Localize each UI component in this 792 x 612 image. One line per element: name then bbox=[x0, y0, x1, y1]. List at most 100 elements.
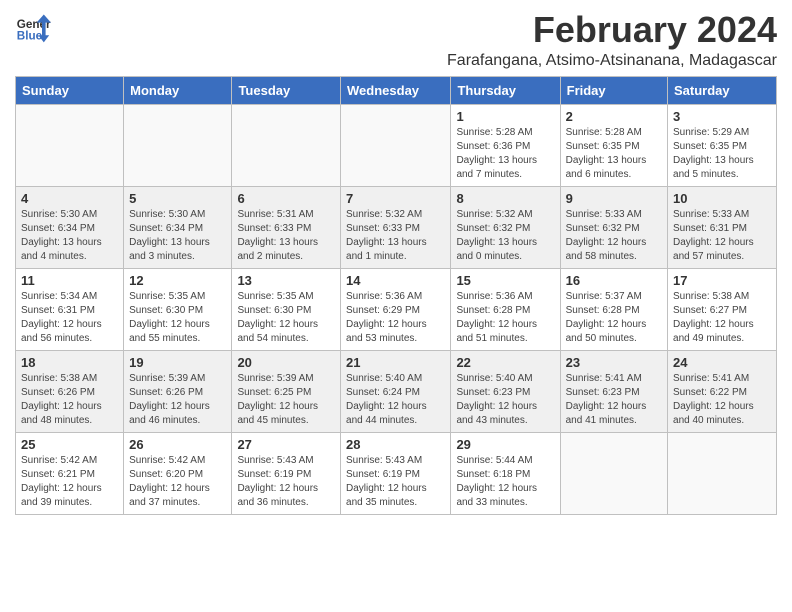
day-number: 7 bbox=[346, 191, 445, 206]
day-info: Sunrise: 5:33 AM Sunset: 6:31 PM Dayligh… bbox=[673, 208, 771, 264]
week-row-3: 11Sunrise: 5:34 AM Sunset: 6:31 PM Dayli… bbox=[16, 268, 777, 350]
day-info: Sunrise: 5:30 AM Sunset: 6:34 PM Dayligh… bbox=[129, 208, 226, 264]
day-number: 20 bbox=[237, 355, 335, 370]
day-number: 19 bbox=[129, 355, 226, 370]
day-info: Sunrise: 5:44 AM Sunset: 6:18 PM Dayligh… bbox=[456, 454, 554, 510]
calendar-cell: 27 Sunrise: 5:43 AM Sunset: 6:19 PM Dayli… bbox=[232, 432, 341, 514]
weekday-header-wednesday: Wednesday bbox=[341, 76, 451, 104]
week-row-1: 1Sunrise: 5:28 AM Sunset: 6:36 PM Daylig… bbox=[16, 104, 777, 186]
day-info: Sunrise: 5:41 AM Sunset: 6:23 PM Dayligh… bbox=[566, 372, 662, 428]
day-number: 29 bbox=[456, 437, 554, 452]
calendar-cell bbox=[560, 432, 667, 514]
calendar-cell: 13 Sunrise: 5:35 AM Sunset: 6:30 PM Dayli… bbox=[232, 268, 341, 350]
calendar-cell: 4 Sunrise: 5:30 AM Sunset: 6:34 PM Daylig… bbox=[16, 186, 124, 268]
calendar-cell: 1Sunrise: 5:28 AM Sunset: 6:36 PM Daylig… bbox=[451, 104, 560, 186]
calendar-cell: 12Sunrise: 5:35 AM Sunset: 6:30 PM Dayli… bbox=[124, 268, 232, 350]
day-info: Sunrise: 5:31 AM Sunset: 6:33 PM Dayligh… bbox=[237, 208, 335, 264]
day-number: 3 bbox=[673, 109, 771, 124]
day-number: 28 bbox=[346, 437, 445, 452]
day-number: 23 bbox=[566, 355, 662, 370]
calendar-cell: 22 Sunrise: 5:40 AM Sunset: 6:23 PM Dayli… bbox=[451, 350, 560, 432]
day-number: 14 bbox=[346, 273, 445, 288]
title-area: February 2024 Farafangana, Atsimo-Atsina… bbox=[447, 10, 777, 70]
day-info: Sunrise: 5:35 AM Sunset: 6:30 PM Dayligh… bbox=[237, 290, 335, 346]
day-info: Sunrise: 5:28 AM Sunset: 6:35 PM Dayligh… bbox=[566, 126, 662, 182]
day-number: 24 bbox=[673, 355, 771, 370]
calendar-cell: 25 Sunrise: 5:42 AM Sunset: 6:21 PM Dayli… bbox=[16, 432, 124, 514]
calendar-cell: 26 Sunrise: 5:42 AM Sunset: 6:20 PM Dayli… bbox=[124, 432, 232, 514]
calendar-cell: 8 Sunrise: 5:32 AM Sunset: 6:32 PM Daylig… bbox=[451, 186, 560, 268]
calendar-cell: 16 Sunrise: 5:37 AM Sunset: 6:28 PM Dayli… bbox=[560, 268, 667, 350]
day-info: Sunrise: 5:40 AM Sunset: 6:23 PM Dayligh… bbox=[456, 372, 554, 428]
week-row-4: 18 Sunrise: 5:38 AM Sunset: 6:26 PM Dayli… bbox=[16, 350, 777, 432]
calendar-cell: 29 Sunrise: 5:44 AM Sunset: 6:18 PM Dayli… bbox=[451, 432, 560, 514]
svg-text:Blue: Blue bbox=[17, 30, 43, 43]
subtitle: Farafangana, Atsimo-Atsinanana, Madagasc… bbox=[447, 52, 777, 70]
day-number: 26 bbox=[129, 437, 226, 452]
calendar-cell bbox=[16, 104, 124, 186]
calendar-cell: 15 Sunrise: 5:36 AM Sunset: 6:28 PM Dayli… bbox=[451, 268, 560, 350]
calendar-cell: 5 Sunrise: 5:30 AM Sunset: 6:34 PM Daylig… bbox=[124, 186, 232, 268]
calendar-cell: 20 Sunrise: 5:39 AM Sunset: 6:25 PM Dayli… bbox=[232, 350, 341, 432]
day-number: 17 bbox=[673, 273, 771, 288]
day-number: 22 bbox=[456, 355, 554, 370]
day-number: 13 bbox=[237, 273, 335, 288]
day-number: 21 bbox=[346, 355, 445, 370]
calendar-cell: 19Sunrise: 5:39 AM Sunset: 6:26 PM Dayli… bbox=[124, 350, 232, 432]
day-info: Sunrise: 5:39 AM Sunset: 6:25 PM Dayligh… bbox=[237, 372, 335, 428]
calendar-cell: 7 Sunrise: 5:32 AM Sunset: 6:33 PM Daylig… bbox=[341, 186, 451, 268]
calendar: SundayMondayTuesdayWednesdayThursdayFrid… bbox=[15, 76, 777, 515]
day-info: Sunrise: 5:43 AM Sunset: 6:19 PM Dayligh… bbox=[237, 454, 335, 510]
day-number: 9 bbox=[566, 191, 662, 206]
day-info: Sunrise: 5:32 AM Sunset: 6:33 PM Dayligh… bbox=[346, 208, 445, 264]
day-info: Sunrise: 5:33 AM Sunset: 6:32 PM Dayligh… bbox=[566, 208, 662, 264]
day-number: 18 bbox=[21, 355, 118, 370]
calendar-cell: 17 Sunrise: 5:38 AM Sunset: 6:27 PM Dayli… bbox=[668, 268, 777, 350]
weekday-header-sunday: Sunday bbox=[16, 76, 124, 104]
header: General Blue February 2024 Farafangana, … bbox=[15, 10, 777, 70]
weekday-header-row: SundayMondayTuesdayWednesdayThursdayFrid… bbox=[16, 76, 777, 104]
day-number: 6 bbox=[237, 191, 335, 206]
logo: General Blue bbox=[15, 10, 51, 46]
day-info: Sunrise: 5:38 AM Sunset: 6:26 PM Dayligh… bbox=[21, 372, 118, 428]
calendar-cell: 6 Sunrise: 5:31 AM Sunset: 6:33 PM Daylig… bbox=[232, 186, 341, 268]
day-number: 4 bbox=[21, 191, 118, 206]
calendar-cell: 18 Sunrise: 5:38 AM Sunset: 6:26 PM Dayli… bbox=[16, 350, 124, 432]
day-info: Sunrise: 5:38 AM Sunset: 6:27 PM Dayligh… bbox=[673, 290, 771, 346]
day-info: Sunrise: 5:37 AM Sunset: 6:28 PM Dayligh… bbox=[566, 290, 662, 346]
day-number: 15 bbox=[456, 273, 554, 288]
day-info: Sunrise: 5:35 AM Sunset: 6:30 PM Dayligh… bbox=[129, 290, 226, 346]
day-info: Sunrise: 5:28 AM Sunset: 6:36 PM Dayligh… bbox=[456, 126, 554, 182]
calendar-cell: 28 Sunrise: 5:43 AM Sunset: 6:19 PM Dayli… bbox=[341, 432, 451, 514]
calendar-cell: 23 Sunrise: 5:41 AM Sunset: 6:23 PM Dayli… bbox=[560, 350, 667, 432]
day-number: 16 bbox=[566, 273, 662, 288]
calendar-cell: 21 Sunrise: 5:40 AM Sunset: 6:24 PM Dayli… bbox=[341, 350, 451, 432]
day-number: 27 bbox=[237, 437, 335, 452]
calendar-cell: 9 Sunrise: 5:33 AM Sunset: 6:32 PM Daylig… bbox=[560, 186, 667, 268]
logo-icon: General Blue bbox=[15, 10, 51, 46]
weekday-header-monday: Monday bbox=[124, 76, 232, 104]
weekday-header-saturday: Saturday bbox=[668, 76, 777, 104]
calendar-cell: 14 Sunrise: 5:36 AM Sunset: 6:29 PM Dayli… bbox=[341, 268, 451, 350]
day-info: Sunrise: 5:36 AM Sunset: 6:28 PM Dayligh… bbox=[456, 290, 554, 346]
day-number: 25 bbox=[21, 437, 118, 452]
day-info: Sunrise: 5:40 AM Sunset: 6:24 PM Dayligh… bbox=[346, 372, 445, 428]
calendar-cell: 10Sunrise: 5:33 AM Sunset: 6:31 PM Dayli… bbox=[668, 186, 777, 268]
day-number: 2 bbox=[566, 109, 662, 124]
day-info: Sunrise: 5:30 AM Sunset: 6:34 PM Dayligh… bbox=[21, 208, 118, 264]
weekday-header-tuesday: Tuesday bbox=[232, 76, 341, 104]
day-number: 5 bbox=[129, 191, 226, 206]
day-info: Sunrise: 5:42 AM Sunset: 6:20 PM Dayligh… bbox=[129, 454, 226, 510]
calendar-cell bbox=[341, 104, 451, 186]
day-info: Sunrise: 5:41 AM Sunset: 6:22 PM Dayligh… bbox=[673, 372, 771, 428]
calendar-cell: 2 Sunrise: 5:28 AM Sunset: 6:35 PM Daylig… bbox=[560, 104, 667, 186]
day-info: Sunrise: 5:36 AM Sunset: 6:29 PM Dayligh… bbox=[346, 290, 445, 346]
day-number: 8 bbox=[456, 191, 554, 206]
day-info: Sunrise: 5:42 AM Sunset: 6:21 PM Dayligh… bbox=[21, 454, 118, 510]
weekday-header-friday: Friday bbox=[560, 76, 667, 104]
calendar-cell bbox=[124, 104, 232, 186]
day-info: Sunrise: 5:32 AM Sunset: 6:32 PM Dayligh… bbox=[456, 208, 554, 264]
calendar-cell bbox=[668, 432, 777, 514]
day-info: Sunrise: 5:34 AM Sunset: 6:31 PM Dayligh… bbox=[21, 290, 118, 346]
day-info: Sunrise: 5:43 AM Sunset: 6:19 PM Dayligh… bbox=[346, 454, 445, 510]
